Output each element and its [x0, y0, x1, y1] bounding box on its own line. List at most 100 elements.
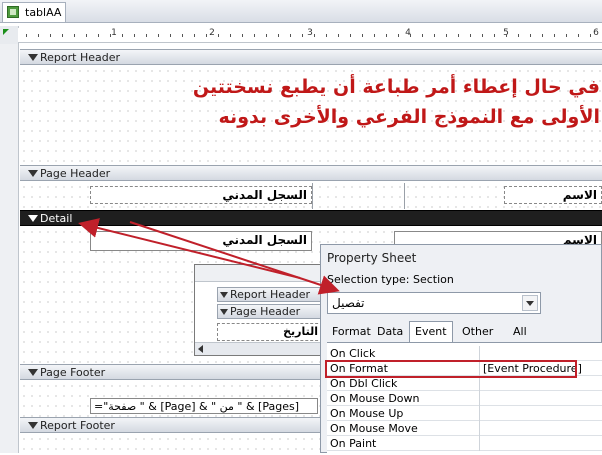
column-divider [404, 183, 405, 209]
ruler-number: 2 [209, 28, 215, 38]
ruler-tick [302, 34, 303, 37]
column-divider [479, 346, 480, 361]
tab-format[interactable]: Format [326, 321, 377, 342]
ruler-tick [470, 34, 471, 37]
vertical-ruler [0, 44, 19, 453]
subreport-date-label[interactable]: التاريخ [217, 323, 323, 341]
ruler-tick [110, 34, 111, 37]
label-civil-record[interactable]: السجل المدني [90, 186, 312, 204]
selection-type-label: Selection type: Section [327, 273, 454, 286]
section-label: Page Footer [40, 366, 106, 379]
chevron-down-icon[interactable] [522, 295, 538, 311]
ruler-tick [62, 34, 63, 37]
page-number-expression[interactable]: ="صفحة " & [Page] & " من " & [Pages] [90, 398, 318, 414]
ruler-tick [194, 34, 195, 37]
ruler-tick [146, 34, 147, 37]
document-tab-label: tablAA [25, 6, 62, 19]
ruler-tick [554, 34, 555, 37]
ruler-tick [518, 34, 519, 37]
section-icon [28, 369, 38, 376]
section-icon [220, 309, 228, 315]
report-icon [7, 6, 19, 18]
column-divider [479, 391, 480, 406]
tab-other[interactable]: Other [456, 321, 499, 342]
ruler-tick [278, 34, 279, 37]
tab-all[interactable]: All [507, 321, 533, 342]
label-name[interactable]: الاسم [504, 186, 602, 204]
property-row-on-paint[interactable]: On Paint [327, 436, 602, 451]
ruler-tick [182, 34, 183, 37]
ruler-tick [530, 34, 531, 37]
ruler-number: 1 [111, 28, 117, 38]
ruler-number: 6 [593, 28, 599, 38]
property-row-on-mouse-up[interactable]: On Mouse Up [327, 406, 602, 421]
report-selector-corner[interactable] [0, 26, 19, 44]
column-divider [479, 436, 480, 451]
ruler-tick [350, 34, 351, 37]
property-name: On Mouse Up [330, 407, 404, 420]
section-bar-report-header[interactable]: Report Header [20, 49, 602, 65]
section-icon [28, 54, 38, 61]
ruler-tick [422, 34, 423, 37]
subreport-page-header-bar[interactable]: Page Header [217, 304, 325, 319]
ruler-tick [242, 34, 243, 37]
selection-dropdown-value: تفصيل [332, 296, 365, 310]
ruler-tick [326, 34, 327, 37]
property-name: On Click [330, 347, 376, 360]
property-row-on-click[interactable]: On Click [327, 346, 602, 361]
ruler-tick [434, 34, 435, 37]
section-bar-page-header[interactable]: Page Header [20, 165, 602, 181]
section-label: Page Header [40, 167, 111, 180]
ruler-tick [74, 34, 75, 37]
property-row-on-mouse-down[interactable]: On Mouse Down [327, 391, 602, 406]
selection-dropdown[interactable]: تفصيل [327, 292, 541, 314]
section-label: Report Footer [40, 419, 115, 432]
ruler-tick [122, 34, 123, 37]
property-name: On Dbl Click [330, 377, 398, 390]
ruler-tick [134, 34, 135, 37]
ruler-number: 3 [307, 28, 313, 38]
ruler-tick [590, 34, 591, 37]
subreport-horizontal-scrollbar[interactable] [195, 342, 325, 355]
tab-data[interactable]: Data [371, 321, 409, 342]
scroll-left-icon[interactable] [198, 345, 203, 353]
property-name: On Paint [330, 437, 377, 450]
subreport-ruler [195, 265, 325, 282]
ruler-tick [398, 34, 399, 37]
highlight-box [325, 360, 577, 378]
ruler-tick [482, 34, 483, 37]
ruler-tick [338, 34, 339, 37]
section-icon [28, 215, 38, 222]
ruler-tick [266, 34, 267, 37]
property-sheet-title: Property Sheet [327, 251, 417, 265]
ruler-tick [206, 34, 207, 37]
property-sheet: Property Sheet Selection type: Section ت… [320, 244, 602, 455]
ruler-tick [290, 34, 291, 37]
subreport-report-header-bar[interactable]: Report Header [217, 287, 325, 302]
property-row-on-dbl-click[interactable]: On Dbl Click [327, 376, 602, 391]
ruler-tick [218, 34, 219, 37]
ruler-tick [578, 34, 579, 37]
subreport-control[interactable]: Report Header Page Header التاريخ [194, 264, 326, 356]
section-icon [28, 170, 38, 177]
ruler-tick [230, 34, 231, 37]
document-tab-strip [0, 0, 602, 23]
section-label: Detail [40, 212, 73, 225]
section-bar-detail[interactable]: Detail [20, 210, 602, 226]
property-row-on-mouse-move[interactable]: On Mouse Move [327, 421, 602, 436]
tab-event[interactable]: Event [409, 321, 453, 342]
ruler-tick [374, 34, 375, 37]
ruler-tick [158, 34, 159, 37]
document-tab[interactable]: tablAA [2, 2, 66, 22]
column-divider [479, 406, 480, 421]
column-divider [479, 421, 480, 436]
annotation-text: في حال إعطاء أمر طباعة أن يطبع نسختتين ا… [180, 72, 600, 132]
ruler-tick [98, 34, 99, 37]
textbox-civil-record[interactable]: السجل المدني [90, 231, 312, 251]
ruler-tick [386, 34, 387, 37]
section-label: Report Header [40, 51, 121, 64]
ruler-tick [254, 34, 255, 37]
ruler-tick [170, 34, 171, 37]
ruler-tick [86, 34, 87, 37]
column-divider [312, 183, 313, 209]
